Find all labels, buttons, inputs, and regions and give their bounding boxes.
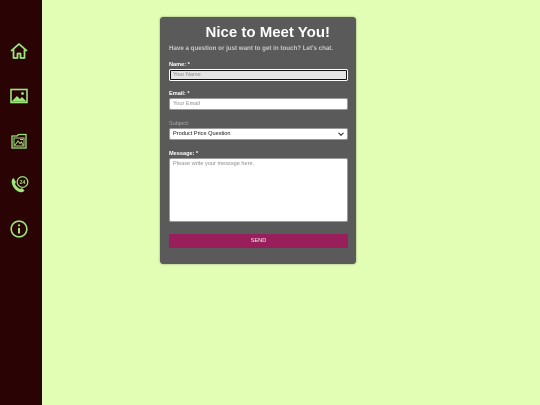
send-button[interactable]: SEND bbox=[169, 234, 348, 248]
form-subtitle: Have a question or just want to get in t… bbox=[169, 45, 334, 52]
subject-select[interactable]: Product Price Question bbox=[169, 128, 348, 140]
email-label: Email: * bbox=[169, 91, 190, 97]
gallery-icon[interactable] bbox=[9, 131, 29, 151]
subject-label: Subject: bbox=[169, 121, 190, 127]
name-field[interactable] bbox=[169, 69, 348, 81]
info-icon[interactable] bbox=[9, 219, 29, 239]
message-label: Message: * bbox=[169, 151, 199, 157]
phone-24-icon[interactable]: 24 bbox=[9, 175, 29, 195]
contact-form: Nice to Meet You! Have a question or jus… bbox=[160, 17, 356, 264]
form-title: Nice to Meet You! bbox=[205, 24, 330, 41]
message-field[interactable] bbox=[169, 158, 348, 222]
home-icon[interactable] bbox=[9, 41, 29, 61]
sidebar: 24 bbox=[0, 0, 42, 405]
phone-24-badge: 24 bbox=[20, 180, 26, 186]
image-icon[interactable] bbox=[9, 86, 29, 106]
email-field[interactable] bbox=[169, 98, 348, 110]
name-label: Name: * bbox=[169, 62, 190, 68]
subject-selected-value: Product Price Question bbox=[173, 131, 231, 137]
chevron-down-icon bbox=[338, 132, 344, 137]
